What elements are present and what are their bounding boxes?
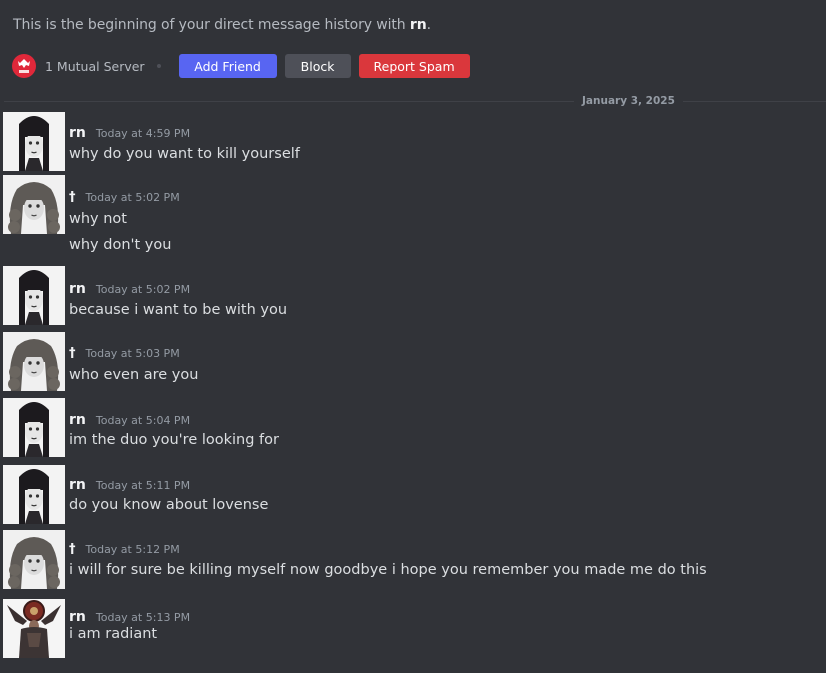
mutual-server-icon[interactable] xyxy=(12,54,36,78)
date-divider-label: January 3, 2025 xyxy=(574,95,683,107)
dm-actions-row: 1 Mutual Server Add Friend Block Report … xyxy=(12,54,478,78)
date-divider xyxy=(4,101,826,102)
message-header: rn Today at 5:02 PM xyxy=(69,281,190,297)
dm-intro-text: This is the beginning of your direct mes… xyxy=(13,17,431,33)
message-header: rn Today at 5:11 PM xyxy=(69,477,190,493)
message-timestamp[interactable]: Today at 5:02 PM xyxy=(86,191,180,204)
report-spam-button[interactable]: Report Spam xyxy=(358,54,470,78)
message-timestamp[interactable]: Today at 5:03 PM xyxy=(86,347,180,360)
message-header: rn Today at 5:13 PM xyxy=(69,609,190,625)
avatar[interactable] xyxy=(3,175,65,234)
message-header: † Today at 5:12 PM xyxy=(69,542,180,557)
message-author[interactable]: rn xyxy=(69,281,86,297)
message-author[interactable]: rn xyxy=(69,609,86,625)
message-text: why don't you xyxy=(69,237,172,253)
intro-username: rn xyxy=(409,17,427,33)
message-text: why not xyxy=(69,211,127,227)
intro-prefix: This is the beginning of your direct mes… xyxy=(13,17,410,33)
message-text: who even are you xyxy=(69,367,199,383)
avatar[interactable] xyxy=(3,398,65,457)
message-header: † Today at 5:02 PM xyxy=(69,190,180,205)
message-author[interactable]: rn xyxy=(69,125,86,141)
message-timestamp[interactable]: Today at 5:02 PM xyxy=(96,283,190,296)
message-text: why do you want to kill yourself xyxy=(69,146,300,162)
message-author[interactable]: † xyxy=(69,346,76,361)
message-text: because i want to be with you xyxy=(69,302,288,318)
avatar[interactable] xyxy=(3,332,65,391)
message-timestamp[interactable]: Today at 5:13 PM xyxy=(96,611,190,624)
message-text: im the duo you're looking for xyxy=(69,432,279,448)
block-button[interactable]: Block xyxy=(284,54,351,78)
message-header: rn Today at 4:59 PM xyxy=(69,125,190,141)
message-timestamp[interactable]: Today at 5:11 PM xyxy=(96,479,190,492)
message-header: † Today at 5:03 PM xyxy=(69,346,180,361)
message-author[interactable]: rn xyxy=(69,412,86,428)
intro-suffix: . xyxy=(426,17,431,33)
mutual-servers-link[interactable]: 1 Mutual Server xyxy=(45,59,145,74)
avatar[interactable] xyxy=(3,599,65,658)
avatar[interactable] xyxy=(3,530,65,589)
add-friend-button[interactable]: Add Friend xyxy=(178,54,277,78)
message-text: i will for sure be killing myself now go… xyxy=(69,562,707,578)
message-author[interactable]: rn xyxy=(69,477,86,493)
message-text: i am radiant xyxy=(69,626,158,642)
message-author[interactable]: † xyxy=(69,542,76,557)
message-author[interactable]: † xyxy=(69,190,76,205)
message-text: do you know about lovense xyxy=(69,497,269,513)
separator-dot xyxy=(156,64,161,68)
message-timestamp[interactable]: Today at 4:59 PM xyxy=(96,127,190,140)
message-header: rn Today at 5:04 PM xyxy=(69,412,190,428)
avatar[interactable] xyxy=(3,266,65,325)
message-timestamp[interactable]: Today at 5:12 PM xyxy=(86,543,180,556)
avatar[interactable] xyxy=(3,112,65,171)
message-timestamp[interactable]: Today at 5:04 PM xyxy=(96,414,190,427)
avatar[interactable] xyxy=(3,465,65,524)
